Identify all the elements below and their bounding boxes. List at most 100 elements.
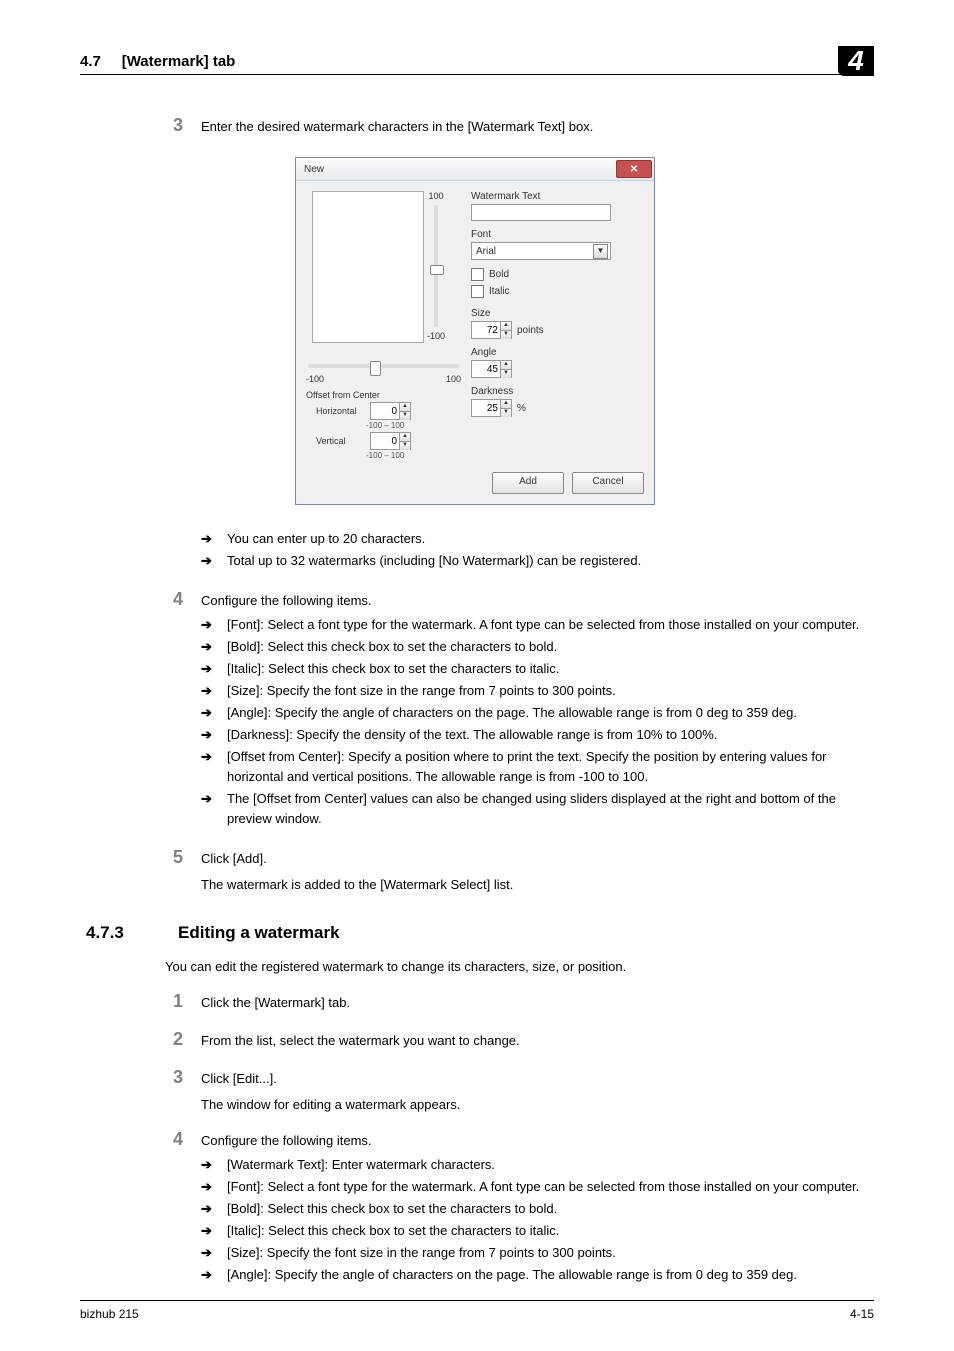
arrow-right-icon: ➔: [201, 1221, 217, 1241]
arrow-right-icon: ➔: [201, 1199, 217, 1219]
bold-label: Bold: [489, 269, 509, 280]
bullet-text: [Bold]: Select this check box to set the…: [227, 1199, 874, 1219]
size-label: Size: [471, 308, 644, 319]
bullet-text: Total up to 32 watermarks (including [No…: [227, 551, 874, 571]
spinner-down-icon[interactable]: ▼: [500, 331, 511, 339]
angle-spinner[interactable]: ▲▼: [471, 360, 512, 378]
vertical-offset-spinner[interactable]: ▲▼: [370, 432, 411, 450]
horizontal-offset-input[interactable]: [371, 406, 399, 417]
arrow-right-icon: ➔: [201, 551, 217, 571]
step-text: From the list, select the watermark you …: [201, 1029, 874, 1051]
subsection-intro: You can edit the registered watermark to…: [165, 957, 874, 977]
spinner-up-icon[interactable]: ▲: [399, 403, 410, 412]
bullet-text: [Offset from Center]: Specify a position…: [227, 747, 874, 787]
step-text: Click the [Watermark] tab.: [201, 991, 874, 1013]
horizontal-offset-spinner[interactable]: ▲▼: [370, 402, 411, 420]
spinner-down-icon[interactable]: ▼: [399, 412, 410, 420]
arrow-right-icon: ➔: [201, 681, 217, 701]
size-spinner[interactable]: ▲▼: [471, 321, 512, 339]
arrow-right-icon: ➔: [201, 659, 217, 679]
arrow-right-icon: ➔: [201, 747, 217, 767]
arrow-right-icon: ➔: [201, 529, 217, 549]
bullet-text: [Bold]: Select this check box to set the…: [227, 637, 874, 657]
arrow-right-icon: ➔: [201, 615, 217, 635]
bullet-text: [Size]: Specify the font size in the ran…: [227, 1243, 874, 1263]
bullet-text: You can enter up to 20 characters.: [227, 529, 874, 549]
angle-input[interactable]: [472, 364, 500, 375]
step-text: Enter the desired watermark characters i…: [201, 115, 874, 137]
bullet-text: [Font]: Select a font type for the water…: [227, 615, 874, 635]
watermark-text-input[interactable]: [471, 204, 611, 221]
cancel-button[interactable]: Cancel: [572, 472, 644, 494]
arrow-right-icon: ➔: [201, 725, 217, 745]
italic-checkbox[interactable]: [471, 285, 484, 298]
chapter-number-badge: 4: [838, 46, 874, 76]
font-select[interactable]: Arial ▼: [471, 242, 611, 260]
arrow-right-icon: ➔: [201, 637, 217, 657]
bullet-text: [Darkness]: Specify the density of the t…: [227, 725, 874, 745]
step-text: Configure the following items.: [201, 589, 874, 611]
watermark-preview: [312, 191, 424, 343]
spinner-down-icon[interactable]: ▼: [399, 442, 410, 450]
offset-group-label: Offset from Center: [306, 390, 461, 400]
horizontal-offset-range: -100 – 100: [366, 421, 461, 430]
hslider-max: 100: [446, 374, 461, 384]
bullet-text: [Italic]: Select this check box to set t…: [227, 1221, 874, 1241]
hslider-thumb[interactable]: [370, 361, 381, 376]
step-note: The watermark is added to the [Watermark…: [201, 875, 874, 895]
step-text: Click [Add].: [201, 847, 874, 869]
spinner-down-icon[interactable]: ▼: [500, 370, 511, 378]
size-unit: points: [517, 325, 544, 336]
bullet-text: [Size]: Specify the font size in the ran…: [227, 681, 874, 701]
arrow-right-icon: ➔: [201, 703, 217, 723]
chevron-down-icon[interactable]: ▼: [593, 244, 608, 259]
darkness-spinner[interactable]: ▲▼: [471, 399, 512, 417]
add-button[interactable]: Add: [492, 472, 564, 494]
spinner-down-icon[interactable]: ▼: [500, 409, 511, 417]
spinner-up-icon[interactable]: ▲: [500, 322, 511, 331]
bullet-text: [Angle]: Specify the angle of characters…: [227, 703, 874, 723]
spinner-up-icon[interactable]: ▲: [399, 433, 410, 442]
hslider-min: -100: [306, 374, 324, 384]
bullet-text: [Italic]: Select this check box to set t…: [227, 659, 874, 679]
spinner-up-icon[interactable]: ▲: [500, 361, 511, 370]
font-select-value: Arial: [476, 246, 496, 257]
step-number: 4: [165, 589, 183, 609]
watermark-text-label: Watermark Text: [471, 191, 644, 202]
footer-page-number: 4-15: [850, 1307, 874, 1321]
bullet-text: [Watermark Text]: Enter watermark charac…: [227, 1155, 874, 1175]
step-text: Click [Edit...].: [201, 1067, 874, 1089]
page-footer: bizhub 215 4-15: [80, 1300, 874, 1321]
step-number: 5: [165, 847, 183, 867]
bullet-text: The [Offset from Center] values can also…: [227, 789, 874, 829]
spinner-up-icon[interactable]: ▲: [500, 400, 511, 409]
bold-checkbox[interactable]: [471, 268, 484, 281]
size-input[interactable]: [472, 325, 500, 336]
darkness-unit: %: [517, 403, 526, 414]
horizontal-offset-label: Horizontal: [316, 406, 364, 416]
vertical-offset-label: Vertical: [316, 436, 364, 446]
horizontal-slider[interactable]: -100 100: [306, 362, 461, 386]
step-note: The window for editing a watermark appea…: [201, 1095, 874, 1115]
darkness-input[interactable]: [472, 403, 500, 414]
bullet-text: [Font]: Select a font type for the water…: [227, 1177, 874, 1197]
font-label: Font: [471, 229, 644, 240]
new-watermark-dialog: New ✕ 100 -100: [295, 157, 655, 505]
step-number: 3: [165, 1067, 183, 1087]
vertical-offset-input[interactable]: [371, 436, 399, 447]
subsection-number: 4.7.3: [86, 923, 146, 943]
italic-label: Italic: [489, 286, 510, 297]
vslider-max: 100: [428, 191, 443, 201]
darkness-label: Darkness: [471, 386, 644, 397]
vertical-slider[interactable]: 100 -100: [430, 191, 442, 341]
dialog-title: New: [304, 164, 324, 175]
vslider-thumb[interactable]: [430, 265, 444, 275]
step-number: 2: [165, 1029, 183, 1049]
arrow-right-icon: ➔: [201, 1155, 217, 1175]
page-header: 4.7 [Watermark] tab 4: [80, 40, 874, 75]
close-icon[interactable]: ✕: [616, 160, 652, 178]
vertical-offset-range: -100 – 100: [366, 451, 461, 460]
step-number: 3: [165, 115, 183, 135]
subsection-title: Editing a watermark: [178, 923, 340, 943]
angle-label: Angle: [471, 347, 644, 358]
